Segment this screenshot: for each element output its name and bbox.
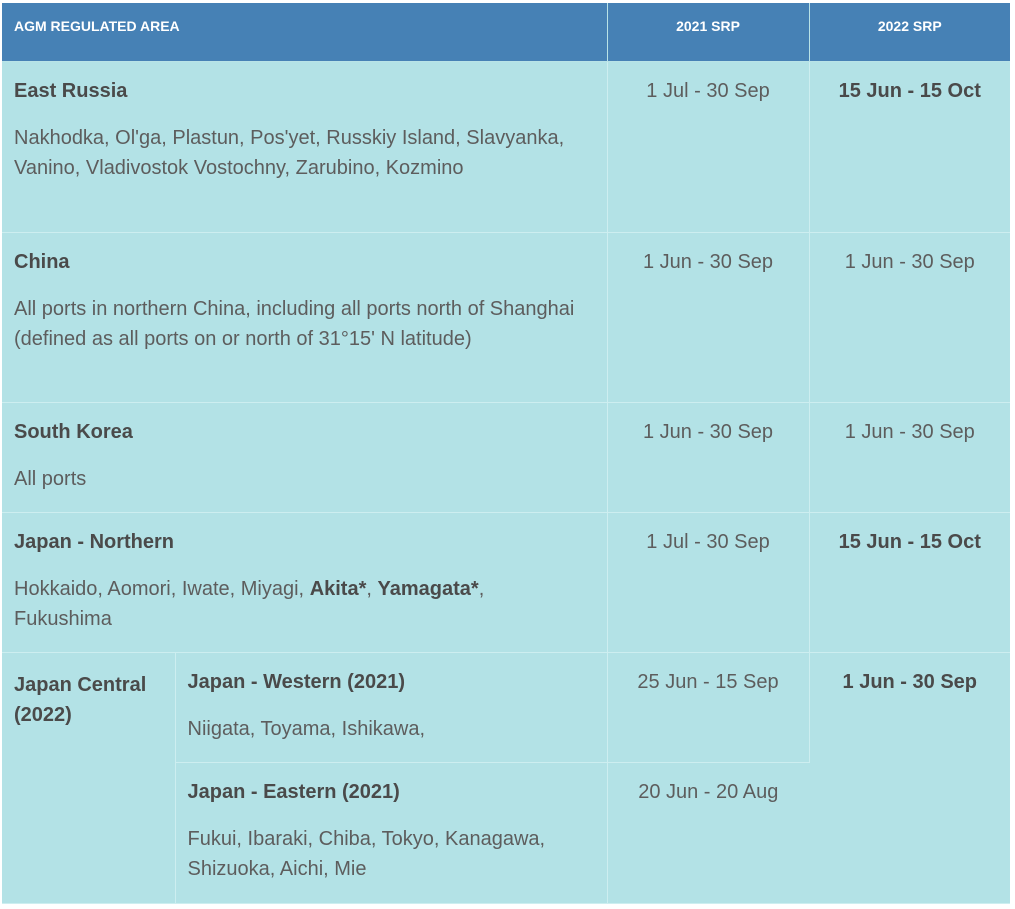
srp-2022-cell: 1 Jun - 30 Sep	[809, 652, 1011, 904]
srp-2021-value: 1 Jun - 30 Sep	[642, 421, 774, 443]
table-row-east-russia: East Russia Nakhodka, Ol'ga, Plastun, Po…	[2, 61, 1011, 233]
agm-regulated-area-table: AGM REGULATED AREA 2021 SRP 2022 SRP Eas…	[2, 3, 1011, 904]
region-name: South Korea	[14, 421, 133, 443]
region-ports: Nakhodka, Ol'ga, Plastun, Pos'yet, Russk…	[14, 127, 565, 179]
header-2021-srp: 2021 SRP	[607, 3, 810, 62]
ports-text: Hokkaido, Aomori, Iwate, Miyagi,	[14, 578, 310, 600]
header-2022-srp: 2022 SRP	[809, 3, 1011, 62]
region-ports: All ports	[14, 468, 87, 490]
srp-2022-value: 1 Jun - 30 Sep	[842, 671, 978, 693]
region-name: Japan - Northern	[14, 531, 175, 553]
srp-2022-value: 15 Jun - 15 Oct	[838, 531, 981, 553]
area-cell: East Russia Nakhodka, Ol'ga, Plastun, Po…	[2, 61, 608, 233]
region-name: Japan - Eastern (2021)	[187, 781, 400, 803]
area-cell: South Korea All ports	[2, 402, 608, 513]
srp-2021-cell: 1 Jul - 30 Sep	[607, 61, 810, 233]
area-cell: Japan - Eastern (2021) Fukui, Ibaraki, C…	[175, 762, 608, 904]
japan-central-group-cell: Japan Central (2022)	[2, 652, 176, 904]
region-ports: All ports in northern China, including a…	[14, 298, 575, 350]
srp-2021-cell: 1 Jul - 30 Sep	[607, 512, 810, 653]
srp-2022-value: 1 Jun - 30 Sep	[844, 421, 975, 443]
srp-2021-value: 1 Jun - 30 Sep	[642, 251, 774, 273]
table-row-china: China All ports in northern China, inclu…	[2, 232, 1011, 403]
region-name: Japan - Western (2021)	[187, 671, 406, 693]
ports-separator: ,	[478, 578, 485, 600]
srp-2022-value: 15 Jun - 15 Oct	[838, 80, 981, 102]
srp-2021-cell: 25 Jun - 15 Sep	[607, 652, 810, 763]
region-name: China	[14, 251, 70, 273]
area-cell: Japan - Northern Hokkaido, Aomori, Iwate…	[2, 512, 608, 653]
region-ports: Niigata, Toyama, Ishikawa,	[187, 718, 426, 740]
srp-2021-value: 20 Jun - 20 Aug	[638, 781, 779, 803]
area-cell: Japan - Western (2021) Niigata, Toyama, …	[175, 652, 608, 763]
srp-2022-value: 1 Jun - 30 Sep	[844, 251, 975, 273]
srp-2022-cell: 15 Jun - 15 Oct	[809, 512, 1011, 653]
srp-2021-value: 25 Jun - 15 Sep	[637, 671, 779, 693]
srp-2022-cell: 1 Jun - 30 Sep	[809, 402, 1011, 513]
srp-2022-cell: 1 Jun - 30 Sep	[809, 232, 1011, 403]
table-row-japan-northern: Japan - Northern Hokkaido, Aomori, Iwate…	[2, 512, 1011, 653]
port-yamagata: Yamagata*	[377, 578, 479, 600]
japan-central-label: Japan Central (2022)	[14, 674, 147, 726]
port-fukushima: Fukushima	[14, 608, 112, 630]
region-ports: Fukui, Ibaraki, Chiba, Tokyo, Kanagawa, …	[187, 828, 546, 880]
srp-2021-cell: 1 Jun - 30 Sep	[607, 232, 810, 403]
region-name: East Russia	[14, 80, 128, 102]
srp-2021-cell: 1 Jun - 30 Sep	[607, 402, 810, 513]
area-cell: China All ports in northern China, inclu…	[2, 232, 608, 403]
table-row-japan-western: Japan Central (2022) Japan - Western (20…	[2, 652, 1011, 904]
srp-2021-value: 1 Jul - 30 Sep	[646, 531, 770, 553]
table-header-row: AGM REGULATED AREA 2021 SRP 2022 SRP	[2, 3, 1011, 62]
table-row-south-korea: South Korea All ports 1 Jun - 30 Sep 1 J…	[2, 402, 1011, 513]
srp-2022-cell: 15 Jun - 15 Oct	[809, 61, 1011, 233]
port-akita: Akita*	[309, 578, 367, 600]
ports-separator: ,	[366, 578, 378, 600]
header-agm-regulated-area: AGM REGULATED AREA	[2, 3, 608, 62]
srp-2021-cell: 20 Jun - 20 Aug	[607, 762, 810, 904]
srp-2021-value: 1 Jul - 30 Sep	[646, 80, 770, 102]
region-ports: Hokkaido, Aomori, Iwate, Miyagi, Akita*,…	[14, 574, 597, 634]
